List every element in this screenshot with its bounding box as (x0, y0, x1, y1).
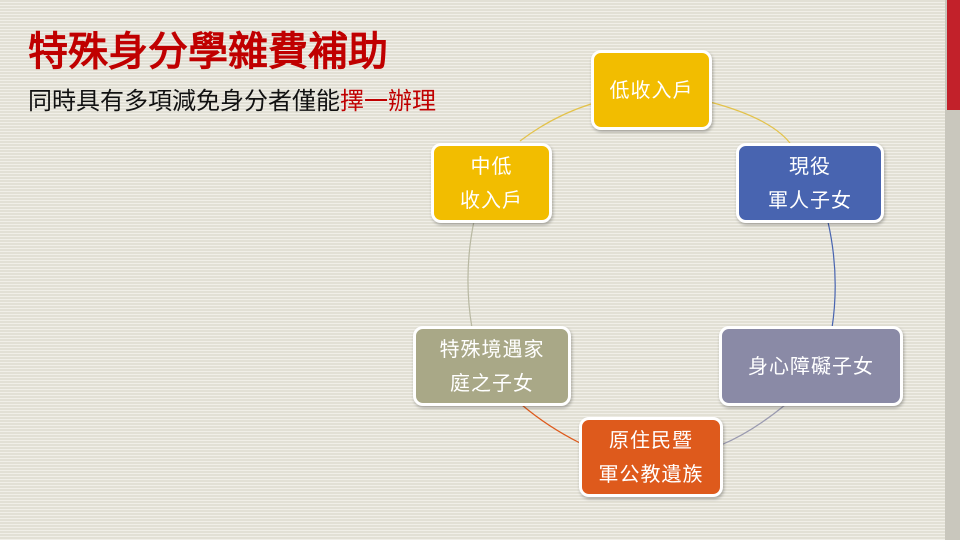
node-label: 現役 (789, 154, 831, 178)
node-label: 軍人子女 (768, 188, 852, 212)
node-label: 特殊境遇家 (439, 337, 545, 361)
cycle-node-special-family-children: 特殊境遇家 庭之子女 (413, 326, 571, 406)
cycle-node-mid-low-income: 中低 收入戶 (431, 143, 552, 223)
node-label: 身心障礙子女 (748, 354, 874, 378)
node-label: 中低 (470, 154, 513, 178)
cycle-ring (467, 101, 836, 446)
cycle-node-low-income: 低收入戶 (591, 50, 712, 130)
ring-arc-6 (519, 103, 592, 142)
ring-arc-3 (720, 404, 786, 446)
node-label: 軍公教遺族 (598, 462, 704, 486)
ring-arc-4 (521, 404, 581, 444)
ring-arc-1 (709, 101, 791, 144)
cycle-node-military-children: 現役 軍人子女 (736, 143, 884, 223)
cycle-node-indigenous-bereaved: 原住民暨 軍公教遺族 (579, 417, 723, 497)
ring-arc-5 (467, 220, 475, 329)
node-label: 低收入戶 (609, 78, 694, 102)
node-label: 庭之子女 (450, 371, 534, 395)
cycle-node-disability-children: 身心障礙子女 (719, 326, 903, 406)
node-label: 原住民暨 (609, 428, 693, 452)
node-label: 收入戶 (460, 188, 523, 212)
ring-arc-2 (827, 221, 836, 329)
